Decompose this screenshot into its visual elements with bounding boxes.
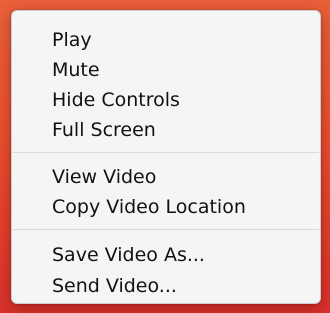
menu-item-play[interactable]: Play	[52, 26, 92, 54]
video-context-menu: Play Mute Hide Controls Full Screen View…	[11, 10, 321, 304]
menu-item-full-screen[interactable]: Full Screen	[52, 116, 156, 144]
menu-item-hide-controls[interactable]: Hide Controls	[52, 86, 180, 114]
menu-separator	[13, 152, 319, 153]
menu-separator	[13, 229, 319, 230]
menu-item-mute[interactable]: Mute	[52, 56, 100, 84]
menu-item-view-video[interactable]: View Video	[52, 163, 156, 191]
menu-item-send-video[interactable]: Send Video...	[52, 272, 177, 300]
menu-item-save-video-as[interactable]: Save Video As...	[52, 241, 205, 269]
menu-item-copy-video-location[interactable]: Copy Video Location	[52, 193, 246, 221]
